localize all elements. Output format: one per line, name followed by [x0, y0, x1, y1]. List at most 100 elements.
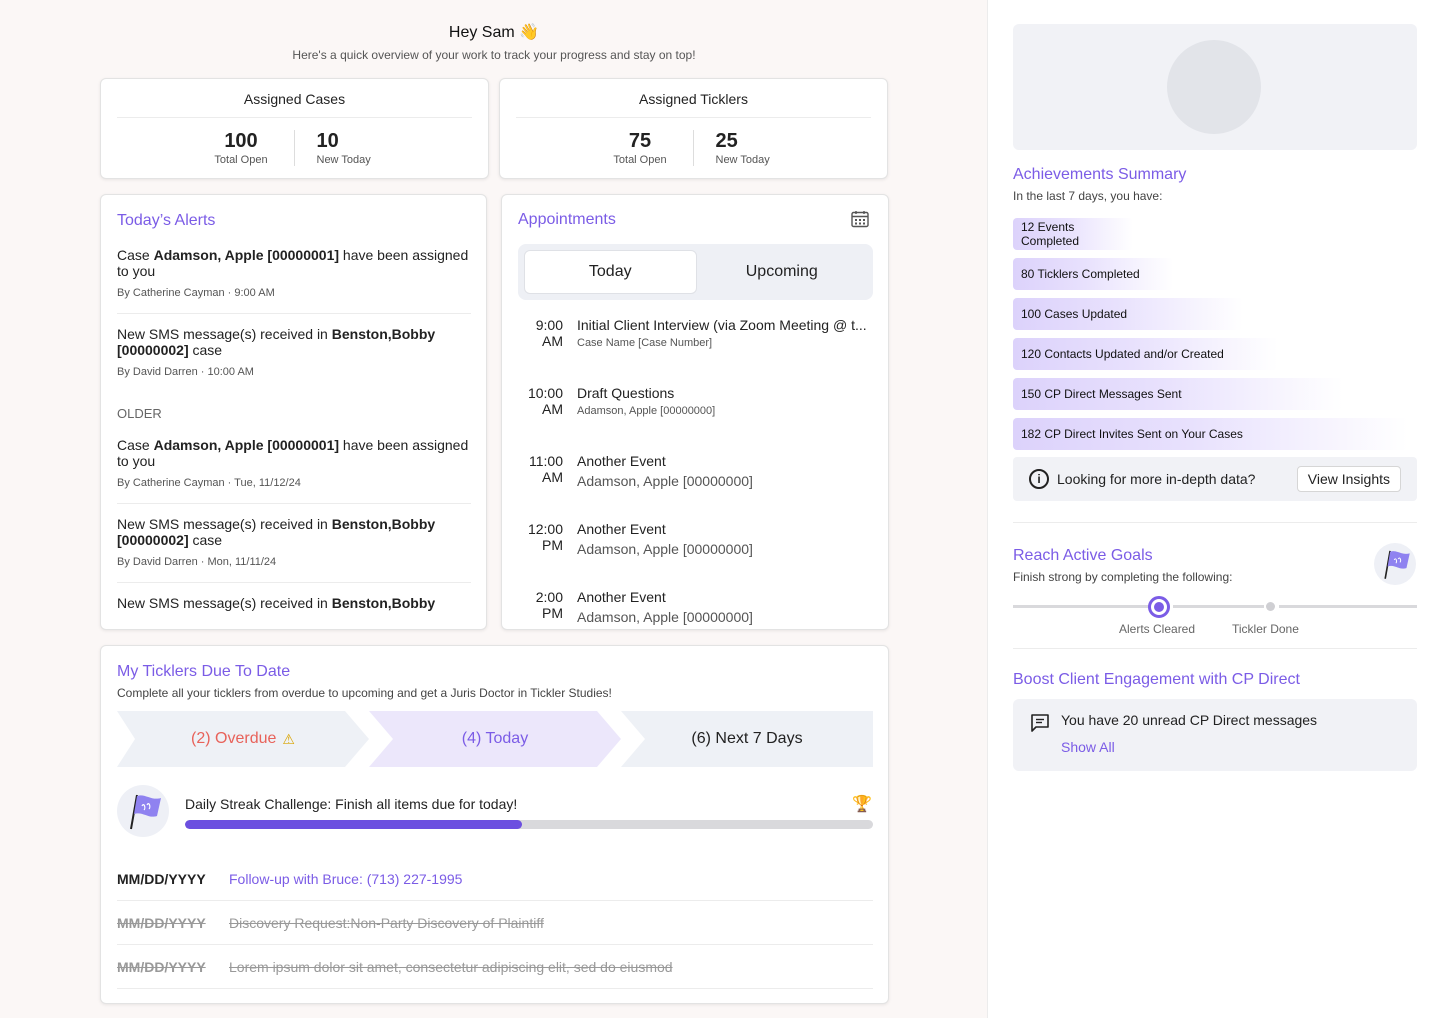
profile-banner — [1013, 24, 1417, 150]
appointment-title: Draft Questions — [577, 385, 675, 401]
appointment-case: Adamson, Apple [00000000] — [577, 541, 753, 557]
alert-meta: By Catherine Cayman · 9:00 AM — [117, 287, 275, 299]
tab-next-7-days[interactable]: (6) Next 7 Days — [621, 711, 873, 767]
tab-upcoming[interactable]: Upcoming — [697, 250, 868, 294]
appointment-time: 10:00 AM — [527, 385, 563, 417]
achievement-item: 150 CP Direct Messages Sent — [1013, 378, 1343, 410]
appointment-item[interactable]: 12:00 PM Another Event Adamson, Apple [000… — [518, 521, 873, 589]
appointment-time: 11:00 AM — [529, 453, 563, 485]
appointment-case: Adamson, Apple [00000000] — [577, 609, 753, 625]
streak-progress-fill — [185, 820, 523, 829]
alert-meta: By David Darren · 10:00 AM — [117, 366, 254, 378]
appointment-item[interactable]: 9:00 AM Initial Client Interview (via Zoo… — [518, 317, 873, 385]
alert-case-link[interactable]: Adamson, Apple [00000001] — [154, 247, 339, 263]
alert-list: Case Adamson, Apple [00000001] have been… — [117, 247, 471, 629]
achievement-item: 12 Events Completed — [1013, 218, 1133, 250]
goal-step[interactable] — [1266, 602, 1275, 611]
info-icon: i — [1029, 469, 1049, 489]
divider — [1013, 648, 1417, 649]
appointment-item[interactable]: 2:00 PM Another Event Adamson, Apple [0000… — [518, 589, 873, 629]
goal-step-active[interactable] — [1148, 596, 1170, 618]
flag-icon — [1374, 543, 1416, 585]
appointment-time: 9:00 AM — [535, 317, 563, 349]
tickler-date: MM/DD/YYYY — [117, 870, 206, 887]
calendar-icon[interactable] — [850, 209, 870, 229]
older-section-label: OLDER — [117, 406, 162, 421]
view-insights-button[interactable]: View Insights — [1296, 466, 1401, 492]
appointment-time: 12:00 PM — [527, 521, 563, 553]
divider — [1013, 522, 1417, 523]
appointments-title: Appointments — [518, 211, 616, 228]
main-area: Hey Sam 👋 Here's a quick overview of you… — [0, 0, 987, 1018]
tab-today-ticklers[interactable]: (4) Today — [369, 711, 621, 767]
appointment-item[interactable]: 10:00 AM Draft Questions Adamson, Apple [0… — [518, 385, 873, 453]
appointment-case: Adamson, Apple [00000000] — [577, 405, 716, 417]
ticklers-card: My Ticklers Due To Date Complete all you… — [100, 645, 889, 1004]
streak-progress-bar — [185, 820, 873, 829]
tickler-task-link[interactable]: Discovery Request:Non-Party Discovery of… — [229, 915, 544, 931]
goals-title: Reach Active Goals — [1013, 547, 1153, 564]
appointment-case: Case Name [Case Number] — [577, 337, 713, 349]
tickler-task-link[interactable]: Lorem ipsum dolor sit amet, consectetur … — [229, 959, 673, 975]
insights-text: Looking for more in-depth data? — [1057, 471, 1256, 487]
alert-item[interactable]: Case Adamson, Apple [00000001] have been… — [117, 437, 471, 504]
divider — [117, 117, 472, 118]
streak-challenge-text: Daily Streak Challenge: Finish all items… — [185, 796, 518, 812]
tickler-list: MM/DD/YYYY Follow-up with Bruce: (713) 2… — [117, 857, 873, 989]
show-all-link[interactable]: Show All — [1061, 739, 1115, 755]
tab-overdue[interactable]: (2) Overdue ⚠ — [117, 711, 369, 767]
tab-today[interactable]: Today — [524, 250, 697, 294]
flag-icon — [117, 785, 169, 837]
divider — [516, 117, 871, 118]
cases-total-open: 100 Total Open — [189, 130, 295, 166]
ticklers-total-open: 75 Total Open — [588, 130, 694, 166]
assigned-cases-card[interactable]: Assigned Cases 100 Total Open 10 New Tod… — [100, 78, 489, 179]
tickler-row[interactable]: MM/DD/YYYY Lorem ipsum dolor sit amet, c… — [117, 945, 873, 989]
appointment-title: Another Event — [577, 521, 666, 537]
alert-meta: By David Darren · Mon, 11/11/24 — [117, 556, 277, 568]
wave-icon: 👋 — [519, 24, 540, 41]
greeting-title: Hey Sam 👋 — [448, 24, 540, 41]
avatar[interactable] — [1167, 40, 1261, 134]
achievements-title: Achievements Summary — [1013, 166, 1187, 183]
achievements-list: 12 Events Completed 80 Ticklers Complete… — [1013, 218, 1417, 458]
alert-item[interactable]: New SMS message(s) received in Benston,B… — [117, 326, 471, 392]
alert-case-link[interactable]: Adamson, Apple [00000001] — [154, 437, 339, 453]
goals-subtitle: Finish strong by completing the followin… — [1013, 570, 1233, 584]
achievement-item: 80 Ticklers Completed — [1013, 258, 1173, 290]
assigned-cases-title: Assigned Cases — [243, 91, 346, 107]
insights-banner: i Looking for more in-depth data? View I… — [1013, 457, 1417, 501]
appointment-case: Adamson, Apple [00000000] — [577, 473, 753, 489]
appointment-list: 9:00 AM Initial Client Interview (via Zoo… — [518, 317, 873, 629]
assigned-ticklers-card[interactable]: Assigned Ticklers 75 Total Open 25 New T… — [499, 78, 888, 179]
cases-new-today: 10 New Today — [316, 130, 371, 166]
alert-item[interactable]: New SMS message(s) received in Benston,B… — [117, 516, 471, 583]
appointment-title: Another Event — [577, 453, 666, 469]
appointments-segmented-control: Today Upcoming — [518, 244, 873, 300]
alert-item[interactable]: New SMS message(s) received in Benston,B… — [117, 595, 471, 625]
achievement-item: 100 Cases Updated — [1013, 298, 1243, 330]
ticklers-title: My Ticklers Due To Date — [117, 663, 291, 680]
achievement-item: 120 Contacts Updated and/or Created — [1013, 338, 1278, 370]
tickler-row[interactable]: MM/DD/YYYY Follow-up with Bruce: (713) 2… — [117, 857, 873, 901]
alert-case-link[interactable]: Benston,Bobby — [332, 595, 435, 611]
appointment-time: 2:00 PM — [535, 589, 563, 621]
appointment-item[interactable]: 11:00 AM Another Event Adamson, Apple [000… — [518, 453, 873, 521]
boost-message: You have 20 unread CP Direct messages — [1061, 712, 1318, 728]
tickler-date: MM/DD/YYYY — [117, 914, 206, 931]
ticklers-new-today: 25 New Today — [715, 130, 770, 166]
right-panel: Achievements Summary In the last 7 days,… — [987, 0, 1440, 1018]
warning-icon: ⚠ — [282, 730, 295, 747]
goal-step-label: Tickler Done — [1232, 622, 1299, 636]
appointment-title: Another Event — [577, 589, 666, 605]
goal-track — [1279, 605, 1417, 608]
tickler-date: MM/DD/YYYY — [117, 958, 206, 975]
assigned-ticklers-title: Assigned Ticklers — [639, 91, 748, 107]
message-icon — [1031, 714, 1049, 732]
appointments-card: Appointments Today Upcoming 9:00 AM Initi… — [501, 194, 889, 630]
alert-item[interactable]: Case Adamson, Apple [00000001] have been… — [117, 247, 471, 314]
achievements-subtitle: In the last 7 days, you have: — [1013, 189, 1163, 203]
tickler-task-link[interactable]: Follow-up with Bruce: (713) 227-1995 — [229, 871, 462, 887]
greeting-subtitle: Here's a quick overview of your work to … — [292, 48, 696, 62]
tickler-row[interactable]: MM/DD/YYYY Discovery Request:Non-Party D… — [117, 901, 873, 945]
